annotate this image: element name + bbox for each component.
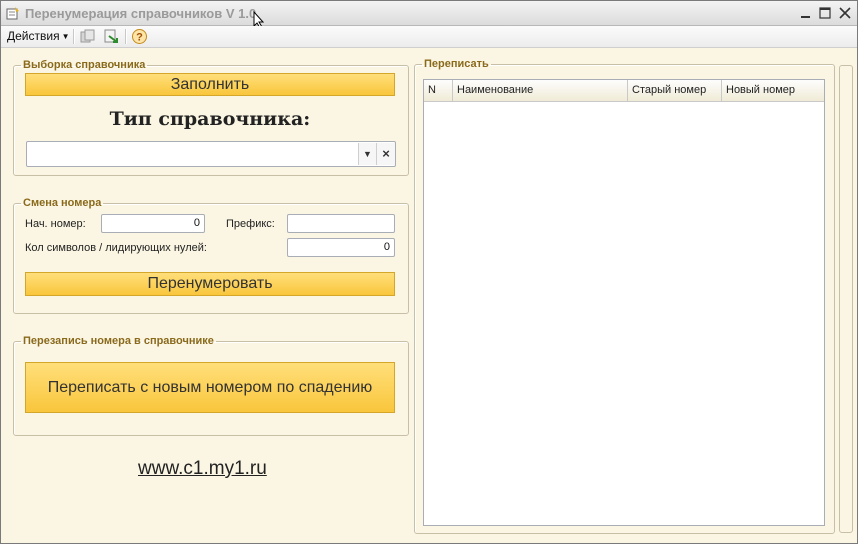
- minimize-icon[interactable]: [798, 5, 814, 21]
- type-select[interactable]: ▼ ×: [26, 141, 396, 167]
- digits-label: Кол символов / лидирующих нулей:: [25, 242, 207, 254]
- window-title: Перенумерация справочников V 1.0: [25, 6, 257, 21]
- move-icon[interactable]: [103, 28, 120, 45]
- selection-group-legend: Выборка справочника: [23, 59, 146, 71]
- table-header: N Наименование Старый номер Новый номер: [424, 80, 824, 102]
- app-icon: [6, 7, 19, 20]
- rewrite-button[interactable]: Переписать с новым номером по спадению: [25, 362, 395, 413]
- number-group-legend: Смена номера: [23, 197, 102, 209]
- type-label: Тип справочника:: [109, 108, 311, 130]
- copy-icon[interactable]: [79, 28, 96, 45]
- start-number-label: Нач. номер:: [25, 218, 86, 230]
- maximize-icon[interactable]: [817, 5, 833, 21]
- column-header-new-number[interactable]: Новый номер: [722, 80, 824, 101]
- rewrite-group-legend: Перезапись номера в справочнике: [23, 335, 214, 347]
- column-header-old-number[interactable]: Старый номер: [628, 80, 722, 101]
- prefix-label: Префикс:: [226, 218, 275, 230]
- app-window: Перенумерация справочников V 1.0 Действи…: [0, 0, 858, 544]
- results-table[interactable]: N Наименование Старый номер Новый номер: [423, 79, 825, 526]
- fill-button[interactable]: Заполнить: [25, 73, 395, 96]
- start-number-input[interactable]: 0: [101, 214, 205, 233]
- toolbar-separator: [125, 29, 127, 44]
- svg-text:?: ?: [136, 32, 143, 44]
- actions-menu-label: Действия: [7, 29, 60, 43]
- actions-menu[interactable]: Действия ▼: [7, 29, 70, 43]
- toolbar: Действия ▼ ?: [1, 26, 857, 48]
- column-header-n[interactable]: N: [424, 80, 453, 101]
- toolbar-separator: [73, 29, 75, 44]
- chevron-down-icon: ▼: [61, 32, 70, 41]
- digits-input[interactable]: 0: [287, 238, 395, 257]
- column-header-name[interactable]: Наименование: [453, 80, 628, 101]
- dropdown-arrow-icon[interactable]: ▼: [358, 143, 376, 165]
- help-icon[interactable]: ?: [131, 28, 148, 45]
- table-group-legend: Переписать: [424, 58, 489, 70]
- prefix-input[interactable]: [287, 214, 395, 233]
- renumber-button[interactable]: Перенумеровать: [25, 272, 395, 296]
- close-icon[interactable]: [837, 5, 853, 21]
- side-panel: [839, 65, 853, 533]
- title-bar: Перенумерация справочников V 1.0: [1, 1, 857, 29]
- clear-icon[interactable]: ×: [376, 143, 395, 165]
- website-link[interactable]: www.c1.my1.ru: [138, 458, 267, 480]
